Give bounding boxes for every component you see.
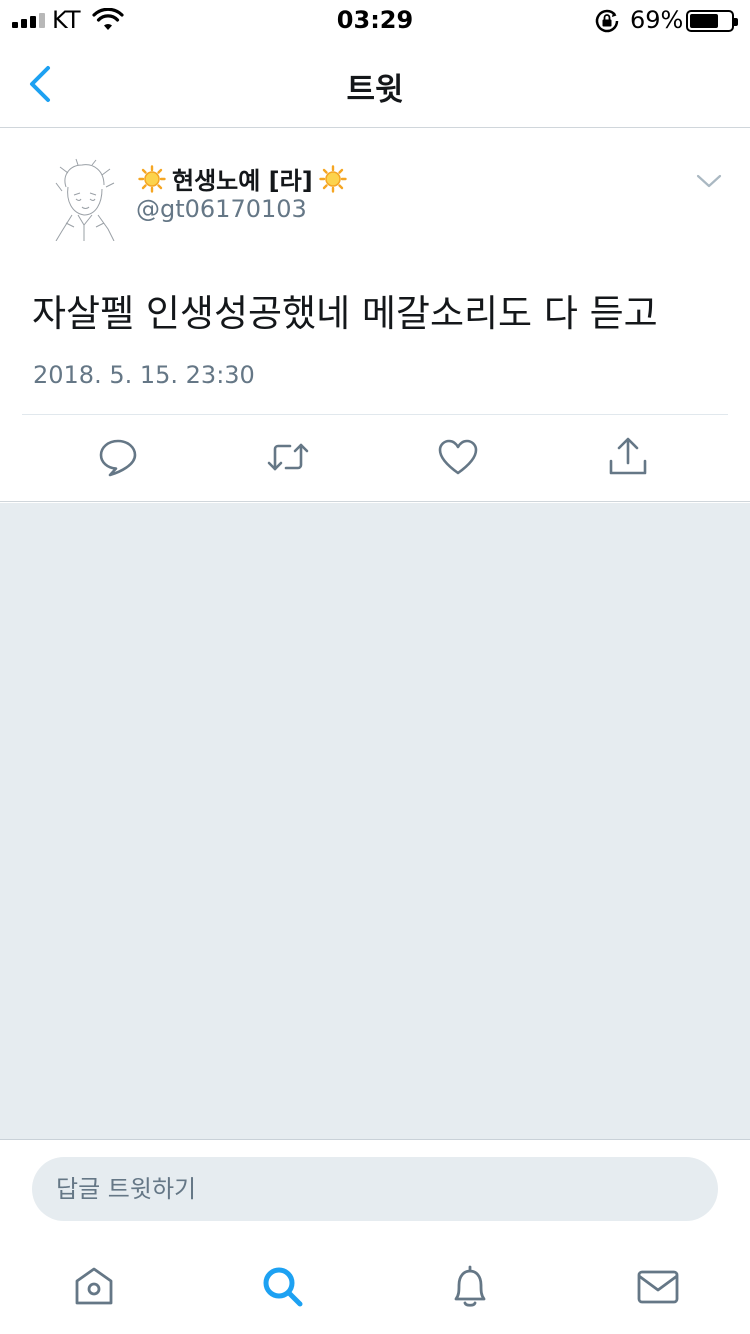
search-icon xyxy=(263,1267,303,1307)
reply-icon xyxy=(99,439,137,477)
home-icon xyxy=(75,1267,113,1305)
tweet-text: 자살펠 인생성공했네 메갈소리도 다 듣고 xyxy=(32,292,658,335)
share-button[interactable] xyxy=(606,435,650,479)
page-title: 트윗 xyxy=(346,72,404,108)
tweet-options-button[interactable] xyxy=(694,169,724,193)
author-handle[interactable]: @gt06170103 xyxy=(136,195,307,223)
reply-button[interactable] xyxy=(96,435,140,479)
tab-home[interactable] xyxy=(70,1263,118,1311)
like-icon xyxy=(438,439,478,475)
author-name: 현생노예 [라] xyxy=(172,167,313,195)
navigation-header: 트윗 xyxy=(0,40,750,128)
share-icon xyxy=(609,437,647,475)
retweet-icon xyxy=(267,443,309,471)
reply-bar xyxy=(0,1139,750,1239)
reply-input[interactable] xyxy=(32,1157,718,1221)
tab-messages[interactable] xyxy=(634,1263,682,1311)
replies-area xyxy=(0,503,750,1139)
divider xyxy=(22,414,728,415)
retweet-button[interactable] xyxy=(266,435,310,479)
sun-emoji-icon xyxy=(138,164,166,193)
notifications-icon xyxy=(454,1265,486,1307)
avatar-sketch-image xyxy=(55,158,115,242)
author-name-row[interactable]: 현생노예 [라] xyxy=(138,161,347,196)
tab-search[interactable] xyxy=(258,1263,306,1311)
messages-icon xyxy=(637,1270,679,1304)
tweet-detail: 현생노예 [라] @gt06170103 자살펠 인생성공했네 메갈소리도 다 … xyxy=(0,129,750,502)
tab-notifications[interactable] xyxy=(446,1263,494,1311)
battery-percentage: 69% xyxy=(630,6,684,34)
tweet-timestamp: 2018. 5. 15. 23:30 xyxy=(33,361,255,389)
like-button[interactable] xyxy=(436,435,480,479)
rotation-lock-icon xyxy=(595,9,619,33)
battery-icon xyxy=(686,10,738,32)
sun-emoji-icon xyxy=(319,164,347,193)
chevron-down-icon xyxy=(696,174,722,188)
status-bar: KT 03:29 69% xyxy=(0,0,750,40)
tab-bar xyxy=(0,1239,750,1334)
avatar[interactable] xyxy=(48,157,122,242)
